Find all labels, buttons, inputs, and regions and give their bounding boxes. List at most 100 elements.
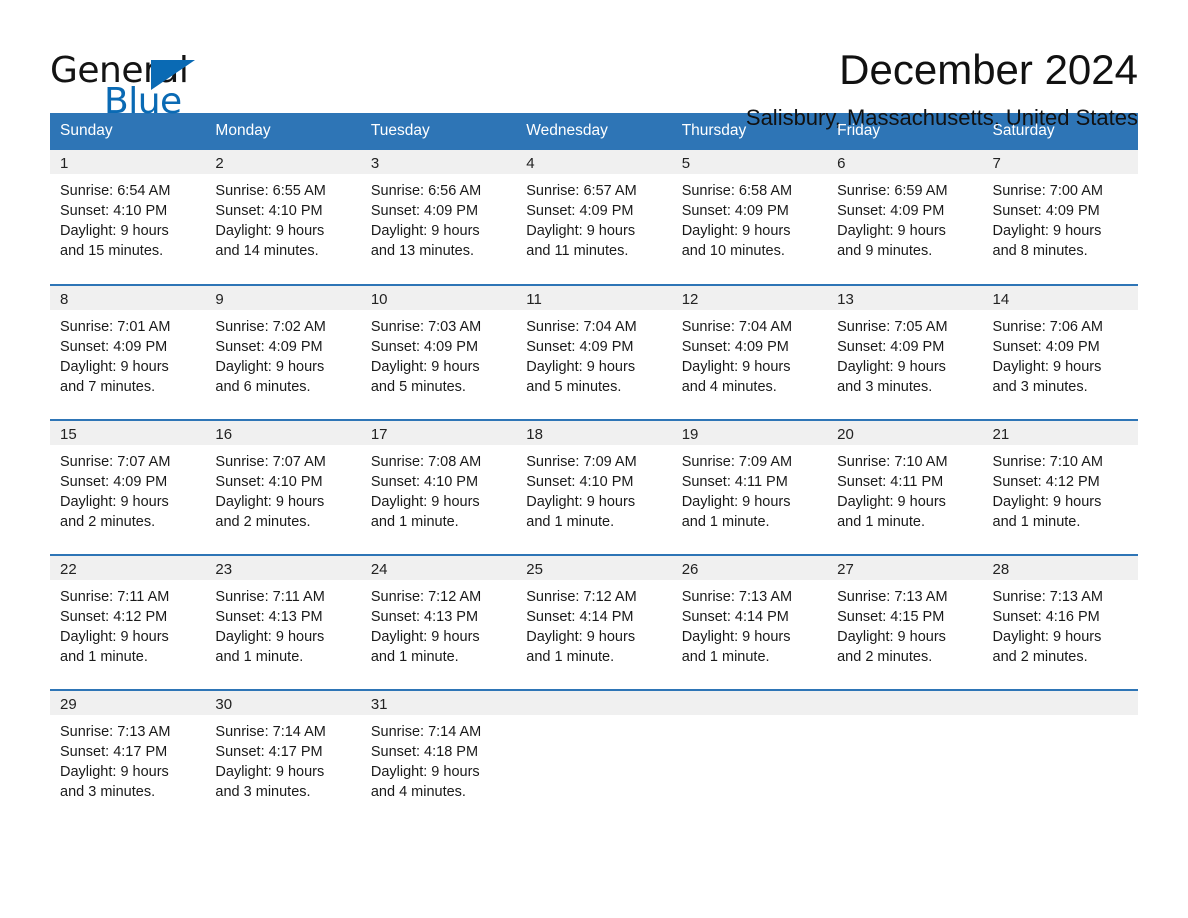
sunset-time: Sunset: 4:15 PM [837, 609, 945, 625]
sunrise-time: Sunrise: 7:04 AM [526, 319, 637, 335]
calendar-empty-cell [827, 689, 983, 825]
day-details: Sunrise: 7:06 AM Sunset: 4:09 PM Daylight:… [983, 310, 1138, 397]
day-number: 1 [50, 150, 206, 174]
sunrise-sunset-calendar: Sunday Monday Tuesday Wednesday Thursday… [50, 113, 1138, 825]
calendar-day-cell[interactable]: 8 Sunrise: 7:01 AM Sunset: 4:09 PM Daylight… [50, 284, 206, 420]
day-number: 10 [360, 286, 517, 310]
daylight-duration-line1: Daylight: 9 hours [370, 494, 480, 510]
calendar-day-cell[interactable]: 9 Sunrise: 7:02 AM Sunset: 4:09 PM Daylight… [205, 284, 361, 420]
daylight-duration-line1: Daylight: 9 hours [837, 629, 946, 645]
daylight-duration-line1: Daylight: 9 hours [215, 494, 325, 510]
title-block: December 2024 Salisbury, Massachusetts, … [270, 47, 1138, 131]
sunrise-time: Sunrise: 7:07 AM [215, 454, 326, 470]
calendar-day-cell[interactable]: 10 Sunrise: 7:03 AM Sunset: 4:09 PM Dayligh… [360, 284, 517, 420]
day-details: Sunrise: 7:12 AM Sunset: 4:13 PM Daylight:… [361, 580, 516, 667]
daylight-duration-line2: and 10 minutes. [681, 243, 785, 259]
day-number [827, 691, 983, 715]
sunrise-time: Sunrise: 7:14 AM [370, 724, 482, 740]
day-number: 9 [205, 286, 361, 310]
daylight-duration-line2: and 2 minutes. [992, 649, 1088, 665]
daylight-duration-line2: and 1 minute. [837, 514, 925, 530]
calendar-day-cell[interactable]: 22 Sunrise: 7:11 AM Sunset: 4:12 PM Dayligh… [50, 554, 206, 690]
calendar-day-cell[interactable]: 26 Sunrise: 7:13 AM Sunset: 4:14 PM Dayligh… [671, 554, 828, 690]
calendar-day-cell[interactable]: 2 Sunrise: 6:55 AM Sunset: 4:10 PM Daylight… [205, 150, 361, 285]
generalblue-logo[interactable]: General Blue [50, 48, 270, 122]
calendar-day-cell[interactable]: 24 Sunrise: 7:12 AM Sunset: 4:13 PM Dayligh… [360, 554, 517, 690]
day-details: Sunrise: 7:00 AM Sunset: 4:09 PM Daylight:… [983, 174, 1138, 261]
sunset-time: Sunset: 4:11 PM [837, 474, 944, 490]
sunrise-time: Sunrise: 6:56 AM [370, 183, 482, 199]
daylight-duration-line1: Daylight: 9 hours [370, 629, 480, 645]
daylight-duration-line2: and 5 minutes. [526, 379, 622, 395]
sunrise-time: Sunrise: 6:55 AM [215, 183, 326, 199]
calendar-day-cell[interactable]: 15 Sunrise: 7:07 AM Sunset: 4:09 PM Dayligh… [50, 419, 206, 555]
calendar-day-cell[interactable]: 4 Sunrise: 6:57 AM Sunset: 4:09 PM Daylight… [516, 150, 672, 285]
calendar-day-cell[interactable]: 1 Sunrise: 6:54 AM Sunset: 4:10 PM Daylight… [50, 150, 206, 285]
calendar-day-cell[interactable]: 27 Sunrise: 7:13 AM Sunset: 4:15 PM Dayligh… [827, 554, 983, 690]
sunset-time: Sunset: 4:12 PM [992, 474, 1100, 490]
daylight-duration-line2: and 2 minutes. [837, 649, 933, 665]
calendar-day-cell[interactable]: 28 Sunrise: 7:13 AM Sunset: 4:16 PM Dayligh… [982, 554, 1138, 690]
daylight-duration-line2: and 14 minutes. [215, 243, 319, 259]
daylight-duration-line1: Daylight: 9 hours [992, 359, 1102, 375]
sunrise-time: Sunrise: 7:10 AM [992, 454, 1103, 470]
day-details: Sunrise: 6:57 AM Sunset: 4:09 PM Daylight:… [516, 174, 671, 261]
day-number: 11 [516, 286, 672, 310]
sunrise-time: Sunrise: 7:00 AM [992, 183, 1103, 199]
calendar-week-row: 1 Sunrise: 6:54 AM Sunset: 4:10 PM Daylight… [50, 150, 1138, 285]
daylight-duration-line2: and 6 minutes. [215, 379, 311, 395]
sunset-time: Sunset: 4:09 PM [215, 339, 323, 355]
day-details: Sunrise: 7:13 AM Sunset: 4:16 PM Daylight:… [983, 580, 1138, 667]
daylight-duration-line1: Daylight: 9 hours [681, 629, 791, 645]
sunset-time: Sunset: 4:17 PM [60, 744, 168, 760]
calendar-day-cell[interactable]: 25 Sunrise: 7:12 AM Sunset: 4:14 PM Dayligh… [516, 554, 672, 690]
day-number: 19 [671, 421, 828, 445]
sunrise-time: Sunrise: 7:10 AM [837, 454, 948, 470]
sunrise-time: Sunrise: 7:11 AM [215, 589, 325, 605]
calendar-day-cell[interactable]: 13 Sunrise: 7:05 AM Sunset: 4:09 PM Dayligh… [827, 284, 983, 420]
calendar-day-cell[interactable]: 17 Sunrise: 7:08 AM Sunset: 4:10 PM Dayligh… [360, 419, 517, 555]
day-number: 12 [671, 286, 828, 310]
calendar-day-cell[interactable]: 7 Sunrise: 7:00 AM Sunset: 4:09 PM Daylight… [982, 150, 1138, 285]
sunset-time: Sunset: 4:10 PM [215, 203, 323, 219]
calendar-day-cell[interactable]: 5 Sunrise: 6:58 AM Sunset: 4:09 PM Daylight… [671, 150, 828, 285]
calendar-day-cell[interactable]: 18 Sunrise: 7:09 AM Sunset: 4:10 PM Dayligh… [516, 419, 672, 555]
sunrise-time: Sunrise: 7:12 AM [370, 589, 482, 605]
day-details: Sunrise: 7:11 AM Sunset: 4:13 PM Daylight:… [205, 580, 360, 667]
daylight-duration-line2: and 9 minutes. [837, 243, 933, 259]
calendar-day-cell[interactable]: 6 Sunrise: 6:59 AM Sunset: 4:09 PM Daylight… [827, 150, 983, 285]
calendar-day-cell[interactable]: 16 Sunrise: 7:07 AM Sunset: 4:10 PM Dayligh… [205, 419, 361, 555]
sunset-time: Sunset: 4:13 PM [215, 609, 323, 625]
calendar-day-cell[interactable]: 21 Sunrise: 7:10 AM Sunset: 4:12 PM Dayligh… [982, 419, 1138, 555]
day-number: 3 [360, 150, 517, 174]
calendar-day-cell[interactable]: 31 Sunrise: 7:14 AM Sunset: 4:18 PM Dayligh… [360, 689, 517, 825]
day-number: 14 [982, 286, 1138, 310]
calendar-empty-cell [516, 689, 672, 825]
daylight-duration-line2: and 1 minute. [681, 649, 770, 665]
calendar-day-cell[interactable]: 23 Sunrise: 7:11 AM Sunset: 4:13 PM Dayligh… [205, 554, 361, 690]
calendar-day-cell[interactable]: 30 Sunrise: 7:14 AM Sunset: 4:17 PM Dayligh… [205, 689, 361, 825]
day-details: Sunrise: 7:02 AM Sunset: 4:09 PM Daylight:… [205, 310, 360, 397]
calendar-day-cell[interactable]: 14 Sunrise: 7:06 AM Sunset: 4:09 PM Dayligh… [982, 284, 1138, 420]
daylight-duration-line1: Daylight: 9 hours [992, 629, 1102, 645]
sunrise-time: Sunrise: 7:14 AM [215, 724, 326, 740]
daylight-duration-line2: and 4 minutes. [681, 379, 777, 395]
calendar-day-cell[interactable]: 3 Sunrise: 6:56 AM Sunset: 4:09 PM Daylight… [360, 150, 517, 285]
calendar-day-cell[interactable]: 19 Sunrise: 7:09 AM Sunset: 4:11 PM Dayligh… [671, 419, 828, 555]
calendar-day-cell[interactable]: 11 Sunrise: 7:04 AM Sunset: 4:09 PM Dayligh… [516, 284, 672, 420]
sunrise-time: Sunrise: 7:07 AM [60, 454, 171, 470]
daylight-duration-line1: Daylight: 9 hours [992, 494, 1102, 510]
calendar-day-cell[interactable]: 20 Sunrise: 7:10 AM Sunset: 4:11 PM Dayligh… [827, 419, 983, 555]
day-details: Sunrise: 6:56 AM Sunset: 4:09 PM Daylight:… [361, 174, 516, 261]
sunrise-time: Sunrise: 7:13 AM [992, 589, 1103, 605]
daylight-duration-line2: and 1 minute. [526, 514, 615, 530]
calendar-page: General Blue December 2024 Salisbury, Ma… [0, 0, 1188, 918]
daylight-duration-line2: and 8 minutes. [992, 243, 1088, 259]
day-number: 26 [671, 556, 828, 580]
day-number: 20 [827, 421, 983, 445]
sunrise-time: Sunrise: 6:54 AM [60, 183, 171, 199]
calendar-empty-cell [982, 689, 1138, 825]
daylight-duration-line1: Daylight: 9 hours [370, 764, 480, 780]
calendar-day-cell[interactable]: 29 Sunrise: 7:13 AM Sunset: 4:17 PM Dayligh… [50, 689, 206, 825]
calendar-day-cell[interactable]: 12 Sunrise: 7:04 AM Sunset: 4:09 PM Dayligh… [671, 284, 828, 420]
